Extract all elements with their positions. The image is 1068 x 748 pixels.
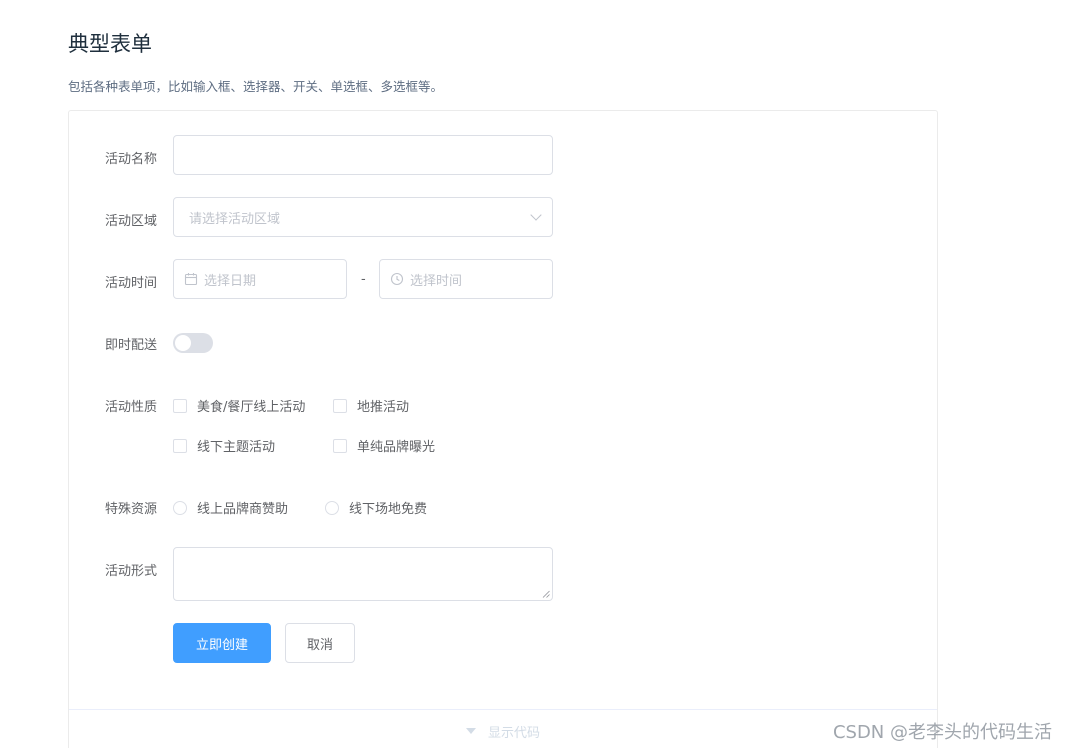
radio-offline-venue[interactable]: 线下场地免费	[325, 498, 427, 517]
checkbox-label: 美食/餐厅线上活动	[197, 400, 306, 415]
checkbox-offline-theme[interactable]: 线下主题活动	[173, 436, 275, 455]
activity-region-placeholder: 请选择活动区域	[189, 211, 281, 227]
activity-region-select[interactable]: 请选择活动区域	[173, 197, 553, 237]
checkbox-box[interactable]	[333, 398, 347, 413]
activity-form-label: 活动形式	[105, 564, 158, 579]
checkbox-label: 单纯品牌曝光	[357, 440, 436, 455]
clock-icon	[390, 272, 404, 286]
checkbox-food-online[interactable]: 美食/餐厅线上活动	[173, 396, 305, 415]
instant-delivery-label: 即时配送	[105, 338, 158, 353]
show-code-toggle[interactable]: 显示代码	[69, 709, 937, 748]
radio-circle[interactable]	[325, 500, 339, 515]
activity-time-label: 活动时间	[105, 276, 158, 291]
create-button[interactable]: 立即创建	[173, 623, 271, 663]
demo-block: 活动名称 活动区域 请选择活动区域 活动时间 选择日期 - 选择时间 即时配送 …	[68, 110, 938, 748]
radio-online-sponsor[interactable]: 线上品牌商赞助	[173, 498, 288, 517]
chevron-down-icon	[530, 209, 542, 221]
special-resource-label: 特殊资源	[105, 502, 158, 517]
show-code-label: 显示代码	[487, 726, 540, 741]
date-picker-input[interactable]: 选择日期	[173, 259, 347, 299]
resize-grip-icon[interactable]	[542, 590, 550, 598]
checkbox-box[interactable]	[333, 438, 347, 453]
time-picker-input[interactable]: 选择时间	[379, 259, 553, 299]
page-description: 包括各种表单项，比如输入框、选择器、开关、单选框、多选框等。	[68, 79, 444, 94]
time-separator: -	[361, 272, 366, 287]
activity-type-label: 活动性质	[105, 400, 158, 415]
activity-region-label: 活动区域	[105, 214, 158, 229]
calendar-icon	[184, 273, 198, 286]
radio-label: 线下场地免费	[349, 502, 428, 517]
cancel-button[interactable]: 取消	[285, 623, 355, 663]
checkbox-brand-exposure[interactable]: 单纯品牌曝光	[333, 436, 435, 455]
checkbox-box[interactable]	[173, 398, 187, 413]
checkbox-ground-promo[interactable]: 地推活动	[333, 396, 409, 415]
activity-form-textarea[interactable]	[173, 547, 553, 601]
checkbox-box[interactable]	[173, 438, 187, 453]
watermark: CSDN @老李头的代码生活	[832, 722, 1052, 743]
checkbox-label: 线下主题活动	[197, 440, 276, 455]
checkbox-label: 地推活动	[357, 400, 410, 415]
activity-name-input[interactable]	[173, 135, 553, 175]
caret-down-icon	[465, 728, 476, 734]
switch-knob	[175, 335, 191, 351]
radio-circle[interactable]	[173, 500, 187, 515]
radio-label: 线上品牌商赞助	[197, 502, 289, 517]
page-title: 典型表单	[68, 32, 152, 56]
instant-delivery-switch[interactable]	[173, 333, 213, 353]
activity-name-label: 活动名称	[105, 152, 158, 167]
